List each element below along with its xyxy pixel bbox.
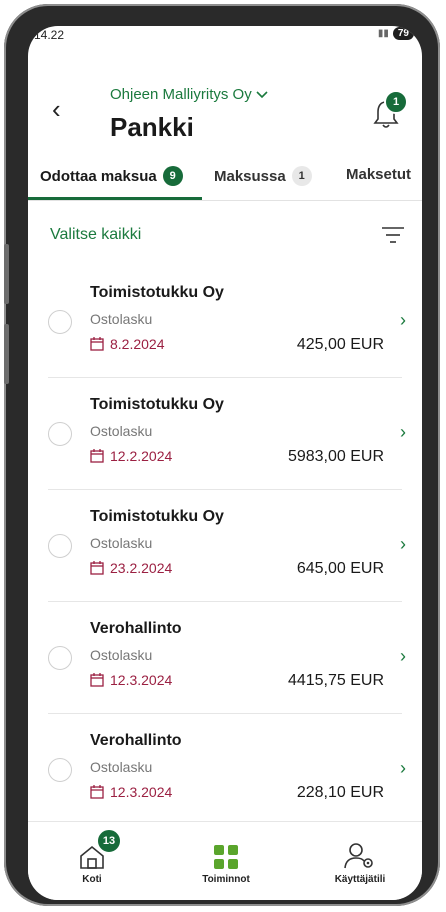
nav-label: Koti [82,874,102,885]
due-date: 8.2.2024 [90,336,165,352]
list-item[interactable]: Toimistotukku Oy Ostolasku 23.2.2024 645… [48,490,406,602]
calendar-icon [90,561,104,575]
due-date-text: 23.2.2024 [110,560,173,576]
header: ‹ Ohjeen Malliyritys Oy Pankki 1 [28,54,422,149]
status-bar: 14.22 ▮▮ 79 [28,26,422,46]
bottom-nav: 13 Koti Toiminnot Käyttäjätili [28,821,422,900]
calendar-icon [90,449,104,463]
invoice-amount: 425,00 EUR [296,336,384,353]
due-date-text: 12.2.2024 [110,448,173,464]
tab-label: Odottaa maksua [40,167,157,185]
list-item[interactable]: Verohallinto Ostolasku 12.3.2024 4415,75… [48,602,406,714]
filter-icon[interactable] [382,226,404,244]
chevron-right-icon[interactable]: › [400,646,406,667]
back-icon[interactable]: ‹ [52,96,61,122]
due-date: 12.3.2024 [90,784,172,800]
tab-count-badge: 1 [291,166,312,186]
select-radio[interactable] [48,758,72,782]
payee-name: Toimistotukku Oy [90,284,224,301]
calendar-icon [90,337,104,351]
list-item[interactable]: Toimistotukku Oy Ostolasku 8.2.2024 425,… [48,266,406,378]
chevron-down-icon [256,86,268,103]
invoice-amount: 645,00 EUR [296,560,384,577]
select-radio[interactable] [48,534,72,558]
signal-icon: ▮▮ [377,28,389,39]
invoice-type: Ostolasku [90,535,153,551]
tab-paid[interactable]: Maksetut [346,166,411,183]
company-selector[interactable]: Ohjeen Malliyritys Oy [110,86,268,103]
battery-icon: 79 [392,27,414,40]
payee-name: Verohallinto [90,620,182,637]
tab-active-indicator [28,197,202,200]
tab-count-badge: 9 [162,166,183,186]
volume-button [4,244,9,304]
tab-bar: Odottaa maksua 9 Maksussa 1 Maksetut [28,154,422,201]
nav-account[interactable]: Käyttäjätili [310,832,410,885]
calendar-icon [90,785,104,799]
select-radio[interactable] [48,422,72,446]
page-title: Pankki [110,112,194,142]
select-radio[interactable] [48,646,72,670]
invoice-list: Toimistotukku Oy Ostolasku 8.2.2024 425,… [28,266,422,826]
app-screen: 14.22 ▮▮ 79 ‹ Ohjeen Malliyritys Oy Pank… [28,26,422,900]
grid-icon [214,845,238,869]
due-date: 12.3.2024 [90,672,172,688]
due-date-text: 12.3.2024 [110,672,173,688]
chevron-right-icon[interactable]: › [400,534,406,555]
list-item[interactable]: Toimistotukku Oy Ostolasku 12.2.2024 598… [48,378,406,490]
select-radio[interactable] [48,310,72,334]
tab-label: Maksetut [346,166,412,183]
home-badge: 13 [96,828,122,854]
user-settings-icon [344,843,373,869]
invoice-amount: 4415,75 EUR [287,672,384,689]
calendar-icon [90,673,104,687]
notification-badge: 1 [384,90,408,114]
nav-label: Käyttäjätili [334,874,386,885]
nav-actions[interactable]: Toiminnot [176,832,276,885]
status-icons: ▮▮ 79 [378,27,414,40]
power-button [4,324,9,384]
chevron-right-icon[interactable]: › [400,758,406,779]
company-name: Ohjeen Malliyritys Oy [110,86,252,103]
select-row: Valitse kaikki [28,206,422,262]
chevron-right-icon[interactable]: › [400,310,406,331]
nav-home[interactable]: 13 Koti [42,828,142,885]
tab-waiting[interactable]: Odottaa maksua 9 [40,166,183,186]
status-time: 14.22 [34,28,65,42]
due-date-text: 12.3.2024 [110,784,173,800]
nav-label: Toiminnot [202,874,250,885]
due-date: 23.2.2024 [90,560,172,576]
payee-name: Toimistotukku Oy [90,508,224,525]
invoice-amount: 228,10 EUR [296,784,384,801]
due-date: 12.2.2024 [90,448,172,464]
phone-frame: 14.22 ▮▮ 79 ‹ Ohjeen Malliyritys Oy Pank… [4,4,440,906]
payee-name: Verohallinto [90,732,182,749]
invoice-amount: 5983,00 EUR [287,448,384,465]
list-item[interactable]: Verohallinto Ostolasku 12.3.2024 228,10 … [48,714,406,826]
select-all-link[interactable]: Valitse kaikki [50,226,141,244]
invoice-type: Ostolasku [90,311,153,327]
tab-label: Maksussa [214,167,286,185]
chevron-right-icon[interactable]: › [400,422,406,443]
invoice-type: Ostolasku [90,759,153,775]
due-date-text: 8.2.2024 [110,336,165,352]
invoice-type: Ostolasku [90,423,153,439]
invoice-type: Ostolasku [90,647,153,663]
payee-name: Toimistotukku Oy [90,396,224,413]
tab-in-payment[interactable]: Maksussa 1 [214,166,312,186]
